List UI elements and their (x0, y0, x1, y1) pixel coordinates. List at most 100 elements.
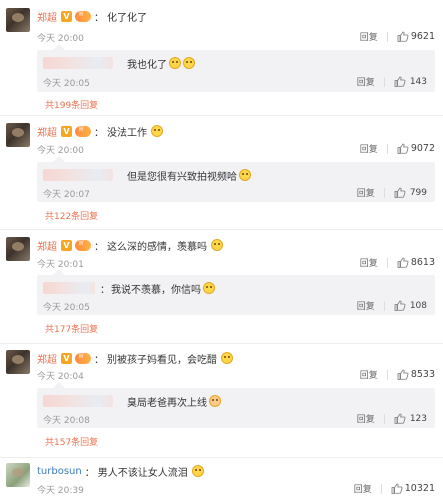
divider (386, 257, 388, 268)
reply-button[interactable]: 回复 (360, 30, 378, 43)
cat-emoji-icon (191, 465, 204, 477)
like-count: 9621 (410, 31, 435, 42)
reply-button[interactable]: 回复 (354, 482, 372, 495)
reply-username-blurred (43, 395, 113, 407)
like-button[interactable]: 108 (394, 300, 427, 311)
reply-box: 但是您很有兴致拍视频哈 今天 20:07 回复 799 (37, 156, 435, 202)
reply-button[interactable]: 回复 (357, 186, 375, 199)
reply-button[interactable]: 回复 (360, 368, 378, 381)
vip-crown-icon (75, 238, 91, 251)
reply-button[interactable]: 回复 (360, 142, 378, 155)
comment-time: 今天 20:39 (37, 486, 84, 496)
vip-crown-icon (75, 9, 91, 22)
avatar[interactable] (6, 463, 30, 487)
like-button[interactable]: 8533 (397, 369, 435, 380)
reply-text: 我也化了 (127, 59, 167, 71)
reply-username-blurred (43, 282, 95, 294)
comment-text: 这么深的感情，羡慕吗 (107, 241, 207, 253)
cat-emoji-icon (151, 125, 163, 137)
reply-text: 我说不羡慕，你信吗 (111, 284, 201, 296)
colon: ： (94, 354, 104, 366)
divider (383, 76, 385, 87)
divider (0, 229, 443, 230)
thumbs-up-icon (397, 369, 409, 380)
comment-text: 别被孩子妈看见，会吃醋 (107, 354, 217, 366)
reply-box: 我也化了 今天 20:05 回复 143 (37, 44, 435, 92)
cat-emoji-icon (211, 239, 223, 251)
username[interactable]: 郑超 (37, 124, 57, 139)
like-button[interactable]: 9621 (397, 31, 435, 42)
avatar[interactable] (6, 8, 30, 32)
reply-username-blurred (43, 57, 113, 69)
colon: ： (94, 12, 104, 24)
reply-count-link[interactable]: 共177条回复 (45, 322, 98, 335)
reply-button[interactable]: 回复 (357, 75, 375, 88)
colon: ： (100, 284, 110, 296)
reply-text: 臭局老爸再次上线 (127, 397, 207, 409)
reply-time: 今天 20:07 (43, 190, 90, 200)
like-count: 143 (409, 76, 427, 87)
thumbs-up-icon (397, 257, 409, 268)
avatar[interactable] (6, 123, 30, 147)
thumbs-up-icon (394, 300, 406, 311)
verified-v-icon: V (61, 352, 72, 364)
like-button[interactable]: 123 (394, 413, 427, 424)
divider (0, 343, 443, 344)
comment-text: 没法工作 (107, 127, 147, 139)
like-count: 10321 (404, 483, 435, 494)
verified-v-icon: V (61, 125, 72, 137)
like-count: 9072 (410, 143, 435, 154)
comment-item: 郑超 V ： 没法工作 今天 20:00 回复 9072 但是您很有兴致拍视频哈… (0, 121, 443, 231)
thumbs-up-icon (394, 187, 406, 198)
like-button[interactable]: 10321 (391, 483, 435, 494)
like-count: 799 (409, 187, 427, 198)
divider (386, 143, 388, 154)
colon: ： (94, 241, 104, 253)
vip-crown-icon (75, 351, 91, 364)
thumbs-up-icon (397, 143, 409, 154)
comment-item: 郑超 V ： 别被孩子妈看见，会吃醋 今天 20:04 回复 8533 臭局老爸… (0, 348, 443, 458)
like-count: 8533 (410, 369, 435, 380)
divider (386, 369, 388, 380)
reply-count-link[interactable]: 共199条回复 (45, 98, 98, 111)
reply-username-blurred (43, 169, 113, 181)
avatar[interactable] (6, 350, 30, 374)
username[interactable]: 郑超 (37, 351, 57, 366)
reply-time: 今天 20:05 (43, 79, 90, 89)
divider (383, 300, 385, 311)
thumbs-up-icon (391, 483, 403, 494)
like-count: 108 (409, 300, 427, 311)
username[interactable]: turbosun (37, 466, 82, 477)
reply-button[interactable]: 回复 (357, 299, 375, 312)
avatar[interactable] (6, 237, 30, 261)
reply-box: 臭局老爸再次上线 今天 20:08 回复 123 (37, 382, 435, 428)
vip-crown-icon (75, 124, 91, 137)
cat-emoji-icon (221, 352, 233, 364)
thumbs-up-icon (397, 31, 409, 42)
thumbs-up-icon (394, 76, 406, 87)
reply-count-link[interactable]: 共122条回复 (45, 209, 98, 222)
colon: ： (84, 467, 95, 479)
like-button[interactable]: 143 (394, 76, 427, 87)
divider (383, 187, 385, 198)
comment-time: 今天 20:00 (37, 146, 84, 156)
comment-item: turbosun ： 男人不该让女人流泪 今天 20:39 回复 10321 (0, 461, 443, 500)
reply-button[interactable]: 回复 (357, 412, 375, 425)
like-count: 123 (409, 413, 427, 424)
comment-time: 今天 20:04 (37, 372, 84, 382)
verified-v-icon: V (61, 10, 72, 22)
cat-emoji-icon (239, 169, 251, 181)
like-button[interactable]: 799 (394, 187, 427, 198)
reply-count-link[interactable]: 共157条回复 (45, 435, 98, 448)
like-button[interactable]: 9072 (397, 143, 435, 154)
cat-emoji-icon (203, 282, 215, 294)
reply-button[interactable]: 回复 (360, 256, 378, 269)
verified-v-icon: V (61, 239, 72, 251)
like-button[interactable]: 8613 (397, 257, 435, 268)
username[interactable]: 郑超 (37, 9, 57, 24)
divider (380, 483, 382, 494)
cat-emoji-icon (183, 57, 195, 69)
username[interactable]: 郑超 (37, 238, 57, 253)
comment-time: 今天 20:00 (37, 34, 84, 44)
divider (0, 457, 443, 458)
